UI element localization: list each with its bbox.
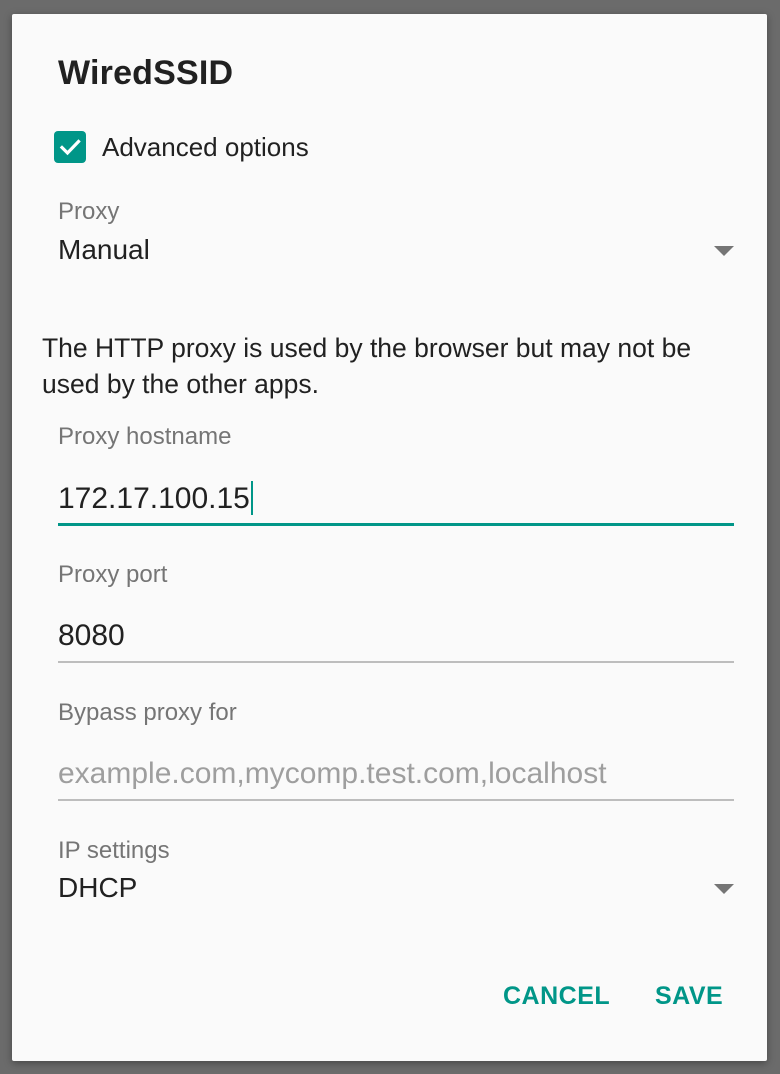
ip-settings-value: DHCP [58, 872, 138, 903]
proxy-value: Manual [58, 234, 150, 265]
advanced-options-label: Advanced options [102, 131, 309, 162]
ip-settings-label: IP settings [58, 837, 170, 864]
text-cursor [250, 481, 253, 516]
proxy-label: Proxy [58, 198, 120, 225]
bypass-proxy-label: Bypass proxy for [58, 699, 237, 726]
proxy-port-value: 8080 [58, 619, 125, 652]
proxy-hostname-value: 172.17.100.15 [58, 481, 253, 517]
proxy-port-underline [58, 661, 734, 663]
proxy-spinner[interactable]: Manual [58, 234, 734, 274]
dialog-title: WiredSSID [58, 54, 234, 92]
save-button[interactable]: SAVE [655, 982, 723, 1011]
proxy-hostname-underline [58, 523, 734, 526]
cancel-button[interactable]: CANCEL [503, 982, 610, 1011]
proxy-hostname-label: Proxy hostname [58, 423, 232, 450]
ip-settings-spinner[interactable]: DHCP [58, 872, 734, 912]
bypass-proxy-input[interactable]: example.com,mycomp.test.com,localhost [58, 755, 734, 801]
bypass-proxy-placeholder: example.com,mycomp.test.com,localhost [58, 757, 607, 790]
dropdown-arrow-icon [714, 884, 734, 894]
wifi-config-dialog: WiredSSID Advanced options Proxy Manual … [12, 14, 767, 1061]
dropdown-arrow-icon [714, 246, 734, 256]
bypass-proxy-underline [58, 799, 734, 801]
proxy-port-label: Proxy port [58, 561, 168, 588]
advanced-options-checkbox[interactable]: Advanced options [54, 129, 309, 165]
proxy-info-text: The HTTP proxy is used by the browser bu… [42, 333, 692, 399]
proxy-port-input[interactable]: 8080 [58, 617, 734, 663]
check-icon[interactable] [54, 131, 86, 163]
proxy-hostname-input[interactable]: 172.17.100.15 [58, 480, 734, 526]
